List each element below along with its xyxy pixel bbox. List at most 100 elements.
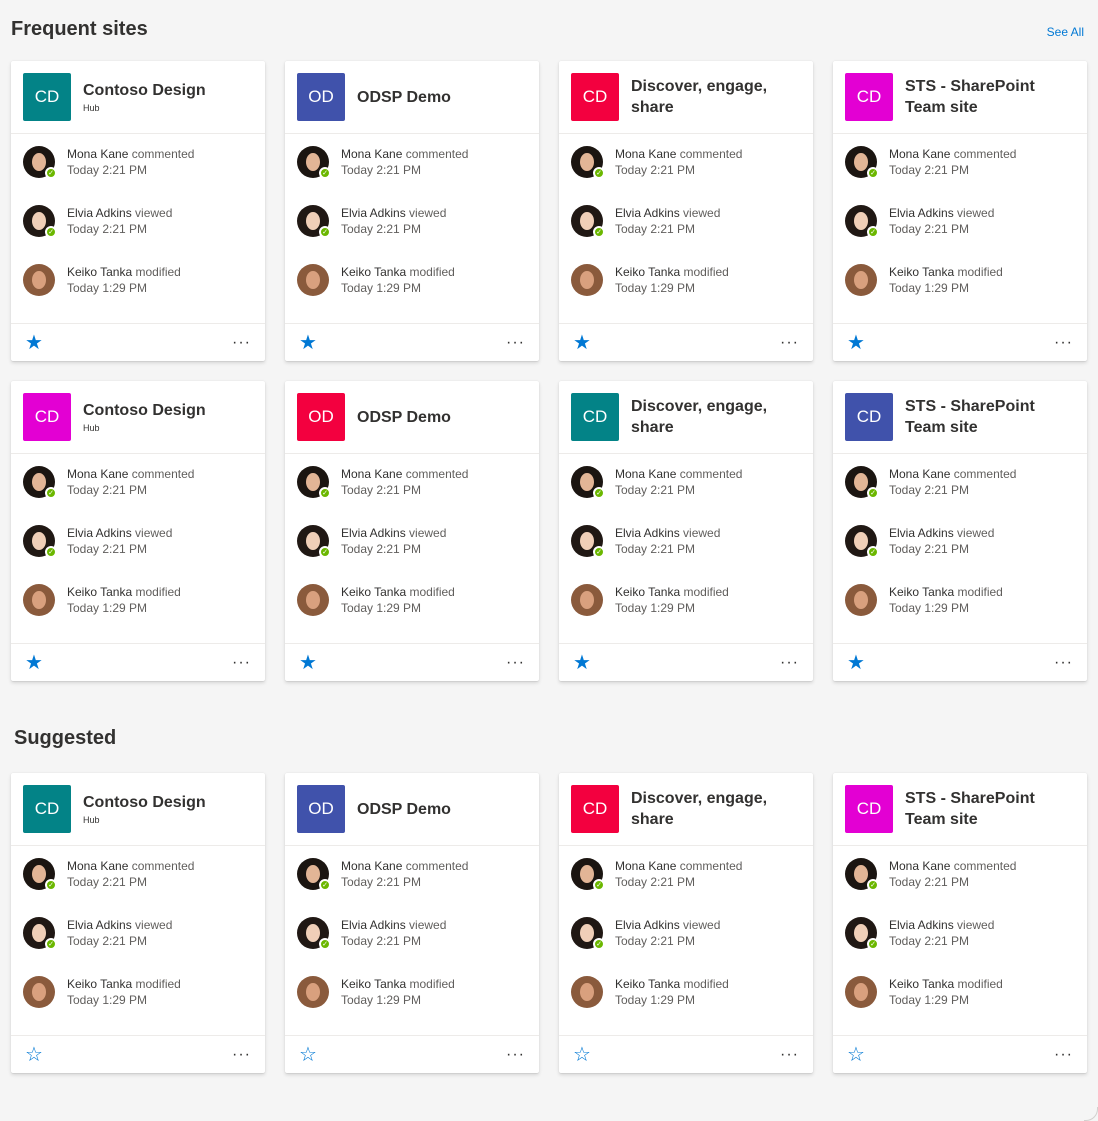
site-card[interactable]: OD ODSP Demo ✓ Mona Kane commented Today 2:2… bbox=[285, 773, 539, 1073]
activity-action: modified bbox=[957, 585, 1003, 600]
site-name[interactable]: STS - SharePoint Team site bbox=[905, 76, 1055, 118]
activity-action: modified bbox=[409, 265, 455, 280]
more-options-icon[interactable]: ··· bbox=[506, 334, 525, 351]
activity-time: Today 1:29 PM bbox=[341, 281, 422, 296]
avatar: ✓ bbox=[845, 525, 879, 559]
site-card[interactable]: OD ODSP Demo ✓ Mona Kane commented Today 2:2… bbox=[285, 61, 539, 361]
activity-text: Elvia Adkins viewed Today 2:21 PM bbox=[889, 525, 994, 557]
activity-time: Today 2:21 PM bbox=[341, 483, 422, 498]
activity-time: Today 2:21 PM bbox=[341, 934, 422, 949]
more-options-icon[interactable]: ··· bbox=[780, 334, 799, 351]
activity-list: ✓ Mona Kane commented Today 2:21 PM ✓ Elvia … bbox=[833, 134, 1087, 325]
activity-action: viewed bbox=[683, 526, 721, 541]
star-filled-icon[interactable]: ★ bbox=[299, 333, 317, 353]
site-card[interactable]: CD Discover, engage, share ✓ Mona Kane comm… bbox=[559, 61, 813, 361]
activity-item: Keiko Tanka modified Today 1:29 PM bbox=[845, 976, 1075, 1035]
site-logo: CD bbox=[845, 393, 893, 442]
more-options-icon[interactable]: ··· bbox=[1054, 334, 1073, 351]
presence-available-icon: ✓ bbox=[319, 938, 331, 951]
more-options-icon[interactable]: ··· bbox=[780, 654, 799, 671]
card-footer: ★ ··· bbox=[559, 324, 813, 361]
star-outline-icon[interactable]: ☆ bbox=[25, 1045, 43, 1065]
activity-line: Elvia Adkins viewed bbox=[341, 917, 446, 933]
activity-person: Mona Kane bbox=[341, 147, 403, 162]
site-card[interactable]: CD Contoso Design Hub ✓ Mona Kane commented T… bbox=[11, 773, 265, 1073]
star-filled-icon[interactable]: ★ bbox=[573, 653, 591, 673]
site-name[interactable]: STS - SharePoint Team site bbox=[905, 788, 1055, 830]
site-name[interactable]: ODSP Demo bbox=[357, 407, 507, 428]
avatar: ✓ bbox=[571, 917, 605, 951]
site-name[interactable]: Contoso Design bbox=[83, 792, 233, 813]
activity-line: Elvia Adkins viewed bbox=[67, 525, 172, 541]
more-options-icon[interactable]: ··· bbox=[506, 1046, 525, 1063]
site-card[interactable]: CD Discover, engage, share ✓ Mona Kane comm… bbox=[559, 381, 813, 681]
star-outline-icon[interactable]: ☆ bbox=[299, 1045, 317, 1065]
activity-person: Elvia Adkins bbox=[615, 206, 680, 221]
card-header: CD Discover, engage, share bbox=[559, 773, 813, 847]
presence-available-icon: ✓ bbox=[319, 167, 331, 180]
card-footer: ☆ ··· bbox=[285, 1036, 539, 1073]
site-info: Discover, engage, share bbox=[631, 76, 781, 118]
activity-action: viewed bbox=[409, 918, 447, 933]
activity-text: Keiko Tanka modified Today 1:29 PM bbox=[341, 264, 455, 296]
more-options-icon[interactable]: ··· bbox=[232, 654, 251, 671]
activity-item: ✓ Mona Kane commented Today 2:21 PM bbox=[571, 858, 801, 917]
activity-list: ✓ Mona Kane commented Today 2:21 PM ✓ Elvia … bbox=[11, 846, 265, 1037]
site-card[interactable]: CD STS - SharePoint Team site ✓ Mona Kane c… bbox=[833, 61, 1087, 361]
activity-time: Today 2:21 PM bbox=[889, 875, 970, 890]
activity-item: Keiko Tanka modified Today 1:29 PM bbox=[297, 584, 527, 643]
more-options-icon[interactable]: ··· bbox=[232, 1046, 251, 1063]
star-outline-icon[interactable]: ☆ bbox=[573, 1045, 591, 1065]
site-card[interactable]: CD Contoso Design Hub ✓ Mona Kane commented T… bbox=[11, 61, 265, 361]
site-info: Contoso Design Hub bbox=[83, 792, 233, 826]
avatar bbox=[571, 264, 603, 297]
site-name[interactable]: Discover, engage, share bbox=[631, 788, 781, 830]
star-outline-icon[interactable]: ☆ bbox=[847, 1045, 865, 1065]
presence-available-icon: ✓ bbox=[593, 938, 605, 951]
site-card[interactable]: CD Contoso Design Hub ✓ Mona Kane commented T… bbox=[11, 381, 265, 681]
activity-text: Elvia Adkins viewed Today 2:21 PM bbox=[615, 205, 720, 237]
site-name[interactable]: STS - SharePoint Team site bbox=[905, 396, 1055, 438]
activity-action: commented bbox=[131, 467, 195, 482]
site-card[interactable]: CD Discover, engage, share ✓ Mona Kane comm… bbox=[559, 773, 813, 1073]
activity-line: Keiko Tanka modified bbox=[341, 264, 455, 280]
star-filled-icon[interactable]: ★ bbox=[25, 653, 43, 673]
activity-person: Elvia Adkins bbox=[67, 526, 132, 541]
activity-line: Mona Kane commented bbox=[889, 466, 1016, 482]
site-card[interactable]: CD STS - SharePoint Team site ✓ Mona Kane c… bbox=[833, 381, 1087, 681]
star-filled-icon[interactable]: ★ bbox=[573, 333, 591, 353]
avatar-photo bbox=[571, 584, 603, 617]
site-name[interactable]: ODSP Demo bbox=[357, 799, 507, 820]
site-name[interactable]: Discover, engage, share bbox=[631, 76, 781, 118]
more-options-icon[interactable]: ··· bbox=[1054, 654, 1073, 671]
activity-action: modified bbox=[135, 977, 181, 992]
site-info: Discover, engage, share bbox=[631, 788, 781, 830]
site-name[interactable]: Contoso Design bbox=[83, 400, 233, 421]
more-options-icon[interactable]: ··· bbox=[1054, 1046, 1073, 1063]
activity-action: viewed bbox=[957, 526, 995, 541]
avatar bbox=[297, 264, 329, 297]
site-name[interactable]: ODSP Demo bbox=[357, 87, 507, 108]
site-name[interactable]: Contoso Design bbox=[83, 80, 233, 101]
star-filled-icon[interactable]: ★ bbox=[299, 653, 317, 673]
activity-line: Elvia Adkins viewed bbox=[889, 205, 994, 221]
activity-line: Mona Kane commented bbox=[889, 146, 1016, 162]
site-card[interactable]: CD STS - SharePoint Team site ✓ Mona Kane c… bbox=[833, 773, 1087, 1073]
star-filled-icon[interactable]: ★ bbox=[847, 333, 865, 353]
more-options-icon[interactable]: ··· bbox=[506, 654, 525, 671]
see-all-link[interactable]: See All bbox=[1047, 25, 1084, 39]
activity-person: Mona Kane bbox=[889, 147, 951, 162]
activity-action: commented bbox=[405, 467, 469, 482]
more-options-icon[interactable]: ··· bbox=[780, 1046, 799, 1063]
activity-time: Today 2:21 PM bbox=[889, 483, 970, 498]
avatar: ✓ bbox=[571, 205, 605, 239]
activity-line: Elvia Adkins viewed bbox=[889, 917, 994, 933]
star-filled-icon[interactable]: ★ bbox=[25, 333, 43, 353]
activity-item: ✓ Elvia Adkins viewed Today 2:21 PM bbox=[23, 917, 253, 976]
site-card[interactable]: OD ODSP Demo ✓ Mona Kane commented Today 2:2… bbox=[285, 381, 539, 681]
site-name[interactable]: Discover, engage, share bbox=[631, 396, 781, 438]
more-options-icon[interactable]: ··· bbox=[232, 334, 251, 351]
star-filled-icon[interactable]: ★ bbox=[847, 653, 865, 673]
activity-text: Mona Kane commented Today 2:21 PM bbox=[67, 146, 194, 178]
activity-person: Mona Kane bbox=[67, 467, 129, 482]
